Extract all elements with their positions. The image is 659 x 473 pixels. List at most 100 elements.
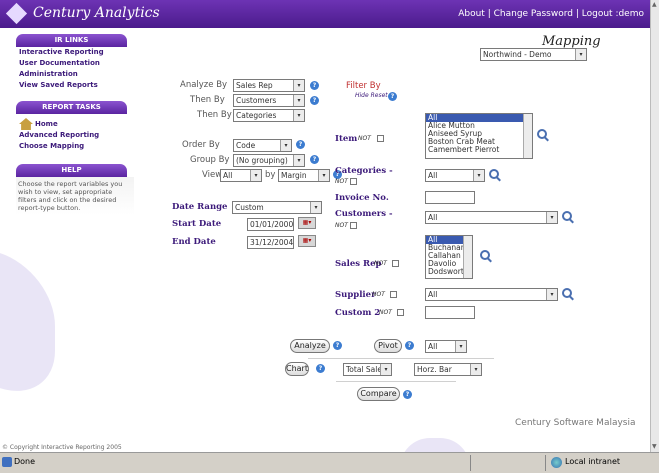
about-link[interactable]: About <box>458 9 485 19</box>
link-home[interactable]: Home <box>19 118 127 130</box>
main-content: Mapping Northwind - Demo ▾ Analyze By Sal… <box>150 28 650 452</box>
chevron-down-icon: ▾ <box>473 170 484 181</box>
chart-measure-select[interactable]: Total Sales ▾ <box>343 363 392 376</box>
scrollbar[interactable] <box>523 114 532 158</box>
pivot-select[interactable]: All ▾ <box>425 340 467 353</box>
top-bar: Century Analytics About | Change Passwor… <box>0 0 650 28</box>
divider <box>308 358 494 359</box>
invoice-input[interactable] <box>425 191 475 204</box>
item-not-label: NOT <box>358 135 371 142</box>
link-administration[interactable]: Administration <box>19 69 127 80</box>
chevron-down-icon: ▾ <box>293 155 304 166</box>
sales-rep-not-checkbox[interactable] <box>392 260 399 267</box>
copyright: © Copyright Interactive Reporting 2005 <box>2 444 122 451</box>
then-by-select-2[interactable]: Categories ▾ <box>233 109 305 122</box>
supplier-not-checkbox[interactable] <box>390 291 397 298</box>
help-icon[interactable]: ? <box>310 155 319 164</box>
mapping-select[interactable]: Northwind - Demo ▾ <box>480 48 587 61</box>
analyze-by-select[interactable]: Sales Rep ▾ <box>233 79 305 92</box>
supplier-label: Supplier <box>335 290 376 300</box>
help-icon[interactable]: ? <box>296 140 305 149</box>
compare-button[interactable]: Compare <box>357 387 400 401</box>
list-item[interactable]: Camembert Pierrot <box>426 146 532 154</box>
help-icon[interactable]: ? <box>316 364 325 373</box>
customers-not-label: NOT <box>335 222 348 229</box>
view-select[interactable]: All ▾ <box>220 169 262 182</box>
window-scrollbar[interactable]: ▲ ▼ <box>650 0 659 452</box>
then-by-select-1[interactable]: Customers ▾ <box>233 94 305 107</box>
calendar-icon[interactable]: ▦▾ <box>298 217 316 229</box>
start-date-input[interactable]: 01/01/2000 <box>247 218 294 231</box>
help-icon[interactable]: ? <box>333 341 342 350</box>
help-icon[interactable]: ? <box>405 341 414 350</box>
chevron-down-icon: ▾ <box>293 80 304 91</box>
search-icon[interactable] <box>562 288 572 298</box>
custom2-not-checkbox[interactable] <box>397 309 404 316</box>
help-icon[interactable]: ? <box>388 92 397 101</box>
date-range-label: Date Range <box>172 202 228 212</box>
search-icon[interactable] <box>537 129 547 139</box>
group-by-select[interactable]: (No grouping) ▾ <box>233 154 305 167</box>
link-user-documentation[interactable]: User Documentation <box>19 58 127 69</box>
order-by-select[interactable]: Code ▾ <box>233 139 292 152</box>
pivot-button[interactable]: Pivot <box>374 339 402 353</box>
item-not-checkbox[interactable] <box>377 135 384 142</box>
globe-icon <box>551 457 562 468</box>
order-by-label: Order By <box>182 140 220 150</box>
then-by-label: Then By <box>190 95 225 105</box>
separator: | <box>487 9 491 19</box>
analyze-by-label: Analyze By <box>180 80 228 90</box>
chart-button[interactable]: Chart <box>285 362 309 376</box>
link-view-saved-reports[interactable]: View Saved Reports <box>19 80 127 91</box>
ir-links-panel: IR LINKS Interactive Reporting User Docu… <box>0 34 150 91</box>
by-select[interactable]: Margin ▾ <box>278 169 330 182</box>
date-range-select[interactable]: Custom ▾ <box>232 201 322 214</box>
filter-by-title: Filter By <box>346 81 381 91</box>
hide-reset-link[interactable]: Hide Reset <box>355 92 388 99</box>
chevron-down-icon: ▾ <box>293 95 304 106</box>
chevron-down-icon: ▾ <box>380 364 391 375</box>
link-interactive-reporting[interactable]: Interactive Reporting <box>19 47 127 58</box>
link-advanced-reporting[interactable]: Advanced Reporting <box>19 130 127 141</box>
customers-select[interactable]: All ▾ <box>425 211 558 224</box>
chart-type-select[interactable]: Horz. Bar ▾ <box>414 363 482 376</box>
custom2-input[interactable] <box>425 306 475 319</box>
search-icon[interactable] <box>480 250 490 260</box>
scrollbar[interactable] <box>463 236 472 278</box>
chevron-down-icon: ▾ <box>575 49 586 60</box>
supplier-select[interactable]: All ▾ <box>425 288 558 301</box>
ir-links-heading: IR LINKS <box>16 34 127 47</box>
categories-label: Categories - <box>335 166 393 176</box>
separator <box>545 455 546 471</box>
customers-not-checkbox[interactable] <box>350 222 357 229</box>
scroll-down-icon[interactable]: ▼ <box>652 443 657 450</box>
analyze-button[interactable]: Analyze <box>290 339 330 353</box>
chevron-down-icon: ▾ <box>470 364 481 375</box>
help-heading: HELP <box>16 164 127 177</box>
logout-link[interactable]: Logout :demo <box>582 9 644 19</box>
start-date-label: Start Date <box>172 219 222 229</box>
end-date-input[interactable]: 31/12/2004 <box>247 236 294 249</box>
separator: | <box>575 9 579 19</box>
custom2-label: Custom 2 <box>335 308 381 318</box>
search-icon[interactable] <box>562 211 572 221</box>
chevron-down-icon: ▾ <box>546 212 557 223</box>
invoice-label: Invoice No. <box>335 193 389 203</box>
chevron-down-icon: ▾ <box>250 170 261 181</box>
search-icon[interactable] <box>489 169 499 179</box>
customers-label: Customers - <box>335 209 393 219</box>
item-listbox[interactable]: All Alice Mutton Aniseed Syrup Boston Cr… <box>425 113 533 159</box>
chevron-down-icon: ▾ <box>293 110 304 121</box>
calendar-icon[interactable]: ▦▾ <box>298 235 316 247</box>
help-icon[interactable]: ? <box>310 81 319 90</box>
categories-select[interactable]: All ▾ <box>425 169 485 182</box>
link-choose-mapping[interactable]: Choose Mapping <box>19 141 127 152</box>
scroll-up-icon[interactable]: ▲ <box>652 1 657 8</box>
sales-rep-listbox[interactable]: All Buchanan Callahan Davolio Dodsworth <box>425 235 473 279</box>
home-label: Home <box>35 120 58 128</box>
categories-not-checkbox[interactable] <box>350 178 357 185</box>
help-icon[interactable]: ? <box>310 96 319 105</box>
help-icon[interactable]: ? <box>403 390 412 399</box>
change-password-link[interactable]: Change Password <box>494 9 573 19</box>
by-label: by <box>265 170 276 180</box>
